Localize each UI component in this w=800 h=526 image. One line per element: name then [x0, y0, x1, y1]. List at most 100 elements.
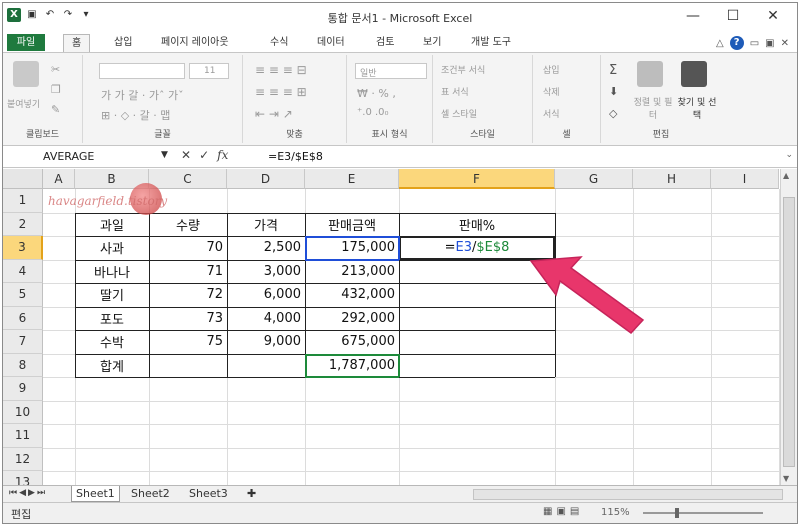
cell-sales[interactable]: 213,000 — [305, 260, 399, 284]
minimize-button[interactable]: — — [673, 5, 713, 27]
header-sales-percent[interactable]: 판매% — [399, 213, 555, 237]
delete-cells-button[interactable]: 삭제 — [543, 85, 560, 98]
paste-icon[interactable] — [13, 61, 39, 87]
cell-price[interactable]: 9,000 — [227, 330, 305, 354]
sort-filter-icon[interactable] — [637, 61, 663, 87]
align-top-icons[interactable]: ≡ ≡ ≡ ⊟ — [255, 63, 307, 77]
zoom-slider-thumb[interactable] — [675, 508, 679, 518]
cell-total-label[interactable]: 합계 — [75, 354, 149, 378]
restore-button[interactable]: ☐ — [713, 5, 753, 27]
vertical-scrollbar[interactable]: ▲ ▼ — [780, 169, 797, 485]
formula-input[interactable]: =E3/$E$8 — [268, 149, 323, 165]
cell-quantity[interactable]: 70 — [149, 236, 227, 260]
column-header-e[interactable]: E — [305, 169, 399, 189]
cell-price[interactable]: 4,000 — [227, 307, 305, 331]
row-header-3[interactable]: 3 — [3, 236, 43, 260]
close-button[interactable]: ✕ — [753, 5, 793, 27]
row-header-4[interactable]: 4 — [3, 259, 43, 283]
sheet-tab-3[interactable]: Sheet3 — [185, 486, 232, 502]
indent-icons[interactable]: ⇤ ⇥ ↗ — [255, 107, 293, 121]
currency-percent-icons[interactable]: ₩ · % , — [357, 87, 396, 100]
font-size-box[interactable]: 11 — [189, 63, 229, 79]
copy-icon[interactable]: ❐ — [51, 83, 61, 96]
header-quantity[interactable]: 수량 — [149, 213, 227, 237]
clear-icon[interactable]: ◇ — [609, 107, 617, 120]
select-all-corner[interactable] — [3, 169, 43, 189]
cell-quantity[interactable]: 73 — [149, 307, 227, 331]
doc-minimize-icon[interactable]: ▭ — [750, 38, 759, 49]
cell-total-sales[interactable]: 1,787,000 — [305, 354, 399, 378]
insert-cells-button[interactable]: 삽입 — [543, 63, 560, 76]
tab-file[interactable]: 파일 — [7, 34, 45, 51]
cut-icon[interactable]: ✂ — [51, 63, 60, 76]
expand-formula-bar-icon[interactable]: ⌄ — [785, 150, 793, 160]
cell-sales[interactable]: 175,000 — [305, 236, 399, 260]
column-header-h[interactable]: H — [633, 169, 711, 189]
paste-label[interactable]: 붙여넣기 — [7, 97, 40, 110]
name-box-dropdown-icon[interactable]: ▼ — [161, 150, 168, 160]
insert-function-icon[interactable]: fx — [217, 148, 228, 162]
scroll-down-icon[interactable]: ▼ — [783, 474, 789, 483]
column-header-g[interactable]: G — [555, 169, 633, 189]
row-header-1[interactable]: 1 — [3, 189, 43, 213]
sheet-tab-2[interactable]: Sheet2 — [127, 486, 174, 502]
cell-styles-button[interactable]: 셀 스타일 — [441, 107, 477, 120]
row-header-2[interactable]: 2 — [3, 212, 43, 236]
cell-price[interactable]: 3,000 — [227, 260, 305, 284]
tab-data[interactable]: 데이터 — [317, 34, 345, 53]
cell-quantity[interactable]: 75 — [149, 330, 227, 354]
tab-home[interactable]: 홈 — [63, 34, 91, 53]
scroll-thumb[interactable] — [783, 197, 795, 467]
cell-quantity[interactable]: 71 — [149, 260, 227, 284]
row-header-7[interactable]: 7 — [3, 330, 43, 354]
decimal-icons[interactable]: ⁺.0 .0₀ — [357, 107, 389, 118]
header-price[interactable]: 가격 — [227, 213, 305, 237]
sheet-nav-icons[interactable]: ⏮◀▶⏭ — [9, 488, 47, 498]
row-header-8[interactable]: 8 — [3, 353, 43, 377]
tab-review[interactable]: 검토 — [376, 34, 394, 53]
find-select-icon[interactable] — [681, 61, 707, 87]
sheet-tab-1[interactable]: Sheet1 — [71, 486, 120, 502]
cell-fruit[interactable]: 포도 — [75, 307, 149, 331]
format-as-table-button[interactable]: 표 서식 — [441, 85, 469, 98]
column-header-a[interactable]: A — [43, 169, 75, 189]
border-fill-icons[interactable]: ⊞ · ◇ · 갈 · 맵 — [101, 107, 170, 123]
column-header-i[interactable]: I — [711, 169, 779, 189]
column-header-d[interactable]: D — [227, 169, 305, 189]
font-name-box[interactable] — [99, 63, 185, 79]
cell-fruit[interactable]: 딸기 — [75, 283, 149, 307]
row-header-10[interactable]: 10 — [3, 400, 43, 424]
zoom-level[interactable]: 115% — [601, 507, 630, 518]
doc-restore-icon[interactable]: ▣ — [765, 38, 774, 49]
row-header-11[interactable]: 11 — [3, 424, 43, 448]
format-cells-button[interactable]: 서식 — [543, 107, 560, 120]
column-header-f[interactable]: F — [399, 169, 555, 189]
tab-insert[interactable]: 삽입 — [114, 34, 132, 53]
enter-icon[interactable]: ✓ — [199, 148, 209, 162]
find-select-button[interactable]: 찾기 및 선택 — [677, 95, 717, 121]
format-painter-icon[interactable]: ✎ — [51, 103, 60, 116]
tab-formulas[interactable]: 수식 — [270, 34, 288, 53]
horizontal-scrollbar[interactable] — [473, 489, 783, 500]
tab-view[interactable]: 보기 — [423, 34, 441, 53]
tab-page-layout[interactable]: 페이지 레이아웃 — [161, 34, 229, 53]
new-sheet-icon[interactable]: ✚ — [243, 486, 260, 502]
number-format-box[interactable]: 일반 — [355, 63, 427, 79]
cancel-icon[interactable]: ✕ — [181, 148, 191, 162]
row-header-9[interactable]: 9 — [3, 377, 43, 401]
autosum-icon[interactable]: Σ — [609, 63, 617, 78]
cell-fruit[interactable]: 수박 — [75, 330, 149, 354]
bold-icon[interactable]: 가 가 갈 · 가ˆ 가ˇ — [101, 87, 184, 103]
cell-price[interactable]: 6,000 — [227, 283, 305, 307]
help-icon[interactable]: ? — [729, 36, 744, 50]
name-box[interactable]: AVERAGE — [43, 149, 163, 165]
column-header-c[interactable]: C — [149, 169, 227, 189]
cell-sales[interactable]: 432,000 — [305, 283, 399, 307]
fill-icon[interactable]: ⬇ — [609, 85, 618, 98]
row-header-13[interactable]: 13 — [3, 471, 43, 485]
tab-developer[interactable]: 개발 도구 — [471, 34, 511, 53]
row-header-6[interactable]: 6 — [3, 306, 43, 330]
align-center-icons[interactable]: ≡ ≡ ≡ ⊞ — [255, 85, 307, 99]
row-header-12[interactable]: 12 — [3, 447, 43, 471]
cell-f3-editing[interactable]: = E3/$E$8 — [399, 236, 555, 260]
